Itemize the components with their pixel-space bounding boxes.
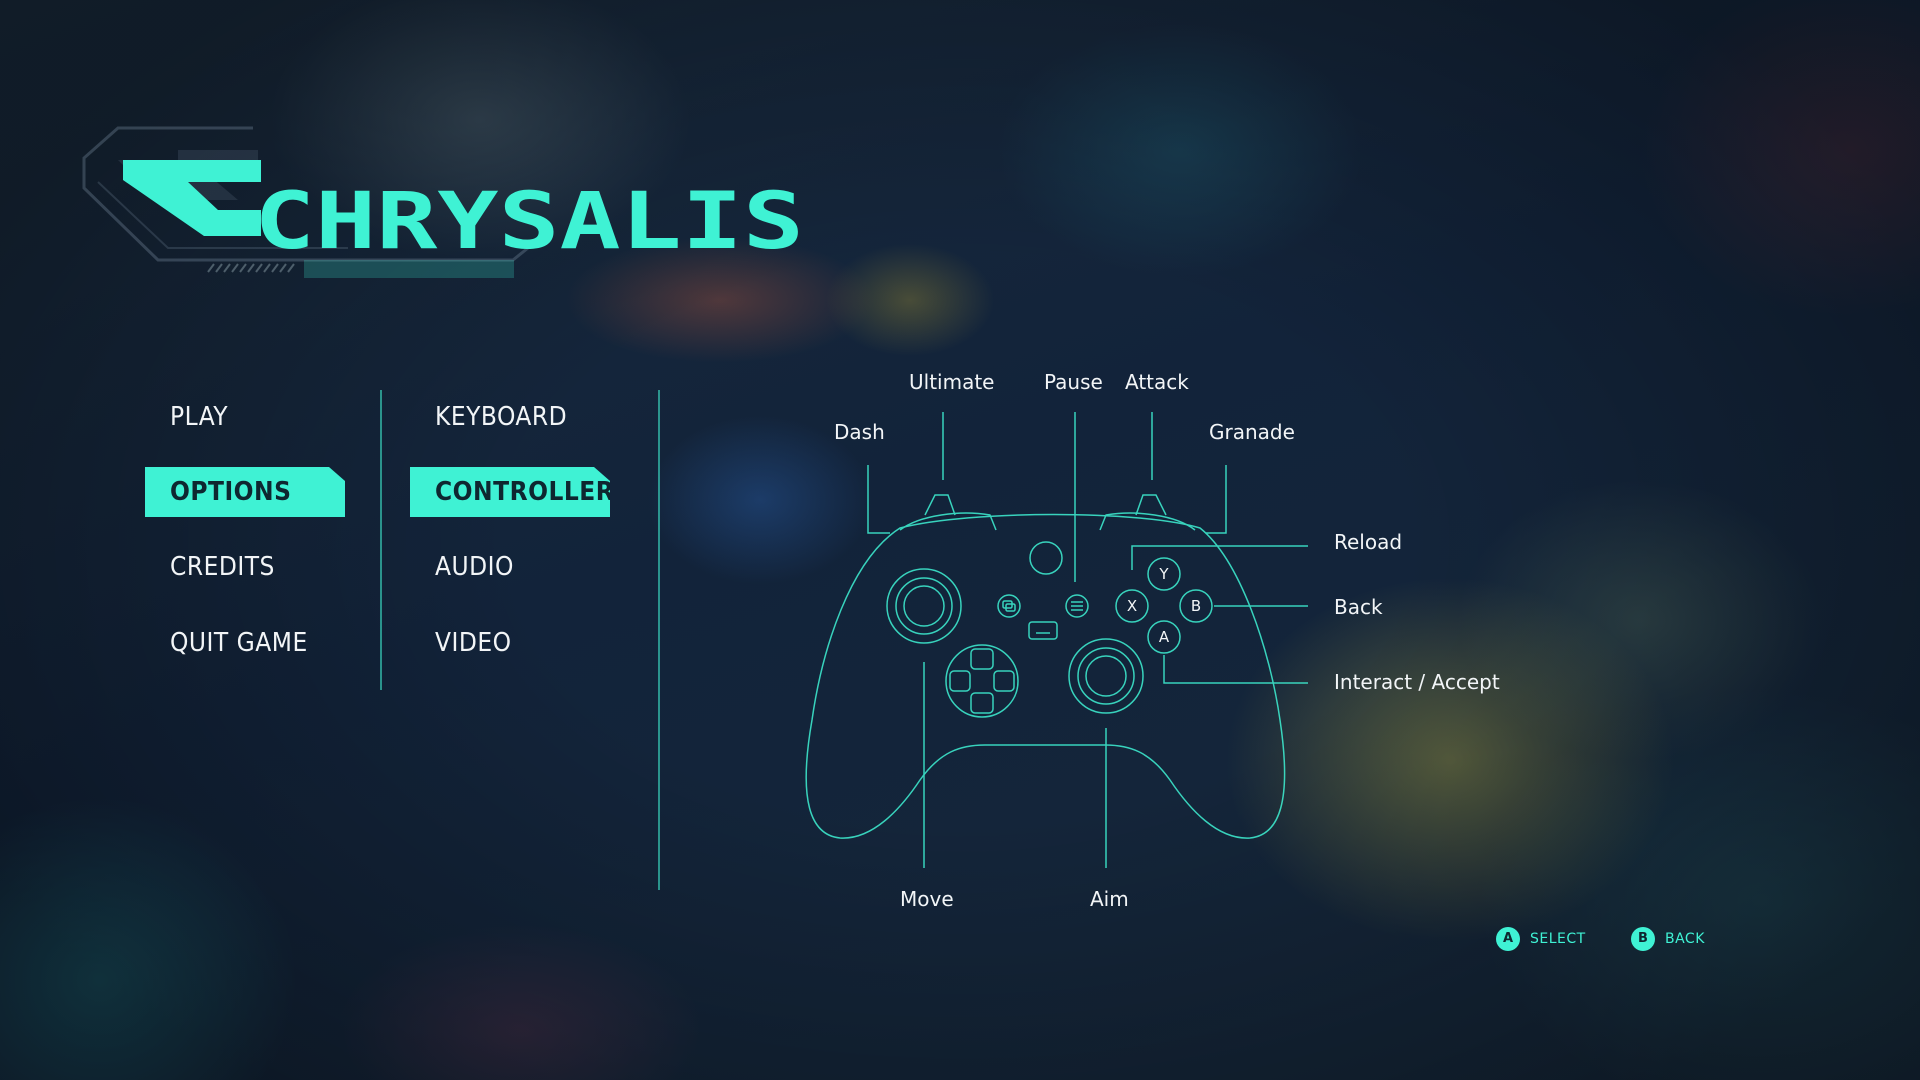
hint-back-label: BACK [1665,931,1705,947]
menu-credits[interactable]: CREDITS [145,542,345,592]
label-pause: Pause [1044,370,1103,394]
label-aim: Aim [1090,887,1129,911]
label-reload: Reload [1334,530,1403,554]
interact-line [1163,655,1308,684]
options-controller[interactable]: CONTROLLER [410,467,610,517]
share-button [1028,621,1058,640]
menu-play-label: PLAY [170,402,228,432]
options-video[interactable]: VIDEO [410,618,610,668]
label-interact: Interact / Accept [1334,670,1500,694]
hint-back[interactable]: B BACK [1631,927,1705,951]
right-trigger [1135,494,1167,516]
hint-select-label: SELECT [1530,931,1586,947]
right-stick-outer [1068,638,1144,714]
options-audio[interactable]: AUDIO [410,542,610,592]
guide-button [1029,541,1063,575]
label-dash: Dash [834,420,885,444]
granade-line [1206,465,1227,534]
dash-line [867,465,890,534]
y-button-label: Y [1158,565,1169,583]
label-granade: Granade [1209,420,1295,444]
options-controller-label: CONTROLLER [435,477,615,507]
x-button-label: X [1127,597,1137,615]
dpad-ring [945,644,1019,718]
menu-options-label: OPTIONS [170,477,292,507]
menu-divider-1 [380,390,382,690]
controller-illustration: Y X B A [805,412,1308,868]
hint-select[interactable]: A SELECT [1496,927,1586,951]
menu-credits-label: CREDITS [170,552,275,582]
label-move: Move [900,887,954,911]
controller-body [805,513,1286,839]
menu-options[interactable]: OPTIONS [145,467,345,517]
menu-divider-2 [658,390,660,890]
options-keyboard-label: KEYBOARD [435,402,568,432]
label-ultimate: Ultimate [909,370,995,394]
menu-quit-game-label: QUIT GAME [170,628,308,658]
right-stick-inner [1085,655,1127,697]
options-audio-label: AUDIO [435,552,514,582]
options-keyboard[interactable]: KEYBOARD [410,392,610,442]
menu-quit-game[interactable]: QUIT GAME [145,618,345,668]
b-button-icon: B [1631,927,1655,951]
label-back: Back [1334,595,1383,619]
label-attack: Attack [1125,370,1189,394]
left-stick-inner [903,585,945,627]
controller-diagram: Y X B A Dash Ultimate Pause Attack Grana… [800,360,1520,920]
left-trigger [924,494,956,516]
menu-play[interactable]: PLAY [145,392,345,442]
options-video-label: VIDEO [435,628,512,658]
a-button-icon: A [1496,927,1520,951]
left-bumper [899,512,997,531]
game-logo: CHRYSALIS [82,126,804,278]
left-stick-outer [886,568,962,644]
view-button [997,594,1021,618]
a-button-label: A [1159,628,1170,646]
b-button-label: B [1191,597,1201,615]
logo-text: CHRYSALIS [254,177,804,267]
